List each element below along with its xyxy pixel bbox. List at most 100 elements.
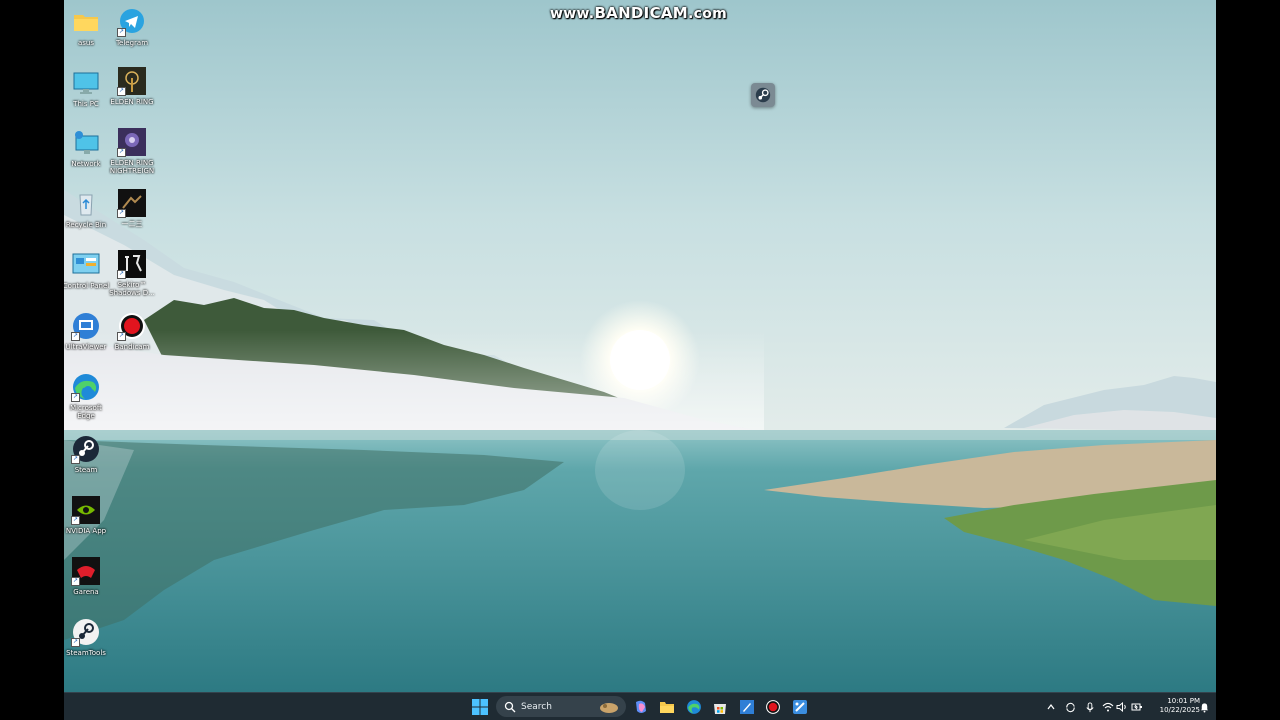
floating-steam-icon[interactable] [751,83,775,107]
steamtools-icon: ↗ [71,617,101,647]
desktop-icon-steamtools[interactable]: ↗ SteamTools [64,617,111,657]
desktop-icon-recycle-bin[interactable]: Recycle Bin [64,189,111,229]
snipping-icon [793,700,807,714]
store-icon [714,704,726,714]
desktop-icon-label: Garena [73,588,99,596]
network-icon [71,128,101,158]
shortcut-arrow-icon: ↗ [117,270,126,279]
folder-icon [71,7,101,37]
edge-taskbar-button[interactable] [684,697,704,717]
control-panel-icon [71,250,101,280]
shortcut-arrow-icon: ↗ [71,638,80,647]
desktop-icon-steam[interactable]: ↗ Steam [64,434,111,474]
desktop-icon-label: asus [77,39,95,47]
desktop-icon-label: ELDEN RING [110,98,154,106]
microphone-icon [1086,701,1094,712]
desktop-icon-label: 一二三 [121,220,143,228]
sekiro-icon: ↗ [117,249,147,279]
file-explorer-icon [660,702,674,713]
desktop-icon-game-cn[interactable]: ↗ 一二三 [107,188,157,228]
bandicam-icon [766,700,780,714]
nightreign-icon: ↗ [117,127,147,157]
desktop-icon-nvidia[interactable]: ↗ NVIDIA App [64,495,111,535]
volume-tray-button[interactable] [1116,701,1128,713]
clock-date: 10/22/2025 [1159,706,1200,714]
shortcut-arrow-icon: ↗ [117,28,126,37]
desktop-icon-label: Sekiro™ Shadows D... [109,281,155,297]
file-explorer-button[interactable] [657,697,677,717]
desktop-icon-elden-ring[interactable]: ↗ ELDEN RING [107,66,157,106]
battery-icon [1131,703,1142,711]
desktop-icon-elden-ring-nightreign[interactable]: ↗ ELDEN RING NIGHTREIGN [107,127,157,175]
taskbar-search-box[interactable]: Search [496,696,626,717]
notification-icon [1200,702,1208,713]
volume-icon [1116,702,1126,712]
shortcut-arrow-icon: ↗ [117,87,126,96]
chevron-up-icon [1047,704,1055,710]
recycle-bin-icon [71,189,101,219]
search-icon [504,701,516,712]
shortcut-arrow-icon: ↗ [71,455,80,464]
desktop-icon-this-pc[interactable]: This PC [64,68,111,108]
shortcut-arrow-icon: ↗ [117,332,126,341]
desktop-icon-label: Recycle Bin [65,221,107,229]
desktop-icon-label: SteamTools [66,649,106,657]
desktop-icon-ultraviewer[interactable]: ↗ UltraViewer [64,311,111,351]
sync-tray-button[interactable] [1064,701,1076,713]
shortcut-arrow-icon: ↗ [71,393,80,402]
show-hidden-icons-button[interactable] [1045,701,1057,713]
clock-time: 10:01 PM [1167,697,1200,705]
desktop-icon-sekiro[interactable]: ↗ Sekiro™ Shadows D... [107,249,157,297]
store-button[interactable] [710,697,730,717]
watermark-suffix: .com [688,6,728,22]
desktop-icon-network[interactable]: Network [64,128,111,168]
microphone-tray-button[interactable] [1084,701,1096,713]
game-icon: ↗ [117,188,147,218]
garena-icon: ↗ [71,556,101,586]
desktop-icon-label: UltraViewer [65,343,107,351]
bandicam-watermark: www.BANDICAM.com [550,4,727,22]
desktop-icon-label: Telegram [115,39,149,47]
wifi-icon [1102,702,1114,712]
copilot-icon [636,700,646,713]
bandicam-icon: ↗ [117,311,147,341]
shortcut-arrow-icon: ↗ [117,148,126,157]
desktop-screen: www.BANDICAM.com asus ↗ Telegram This PC… [64,0,1216,720]
start-button[interactable] [470,697,490,717]
sync-icon [1065,702,1075,712]
desktop-icon-label: Control Panel [64,282,110,290]
battery-tray-button[interactable] [1131,701,1143,713]
elden-ring-icon: ↗ [117,66,147,96]
desktop-icon-label: This PC [73,100,99,108]
watermark-brand: BANDICAM [594,4,689,22]
desktop-icon-label: NVIDIA App [65,527,107,535]
notification-center-button[interactable] [1198,701,1210,713]
start-icon [472,699,488,715]
shortcut-arrow-icon: ↗ [71,516,80,525]
paint-button[interactable] [737,697,757,717]
edge-icon [687,700,701,714]
snipping-tool-button[interactable] [790,697,810,717]
shortcut-arrow-icon: ↗ [71,332,80,341]
desktop-icon-label: ELDEN RING NIGHTREIGN [109,159,155,175]
copilot-button[interactable] [631,697,651,717]
edge-icon: ↗ [71,372,101,402]
desktop-icon-bandicam[interactable]: ↗ Bandicam [107,311,157,351]
desktop-icon-edge[interactable]: ↗ Microsoft Edge [64,372,111,420]
ultraviewer-icon: ↗ [71,311,101,341]
monitor-icon [71,68,101,98]
desktop-icon-control-panel[interactable]: Control Panel [64,250,111,290]
search-label: Search [521,701,552,712]
desktop-wallpaper [64,0,1216,692]
desktop-icon-asus[interactable]: asus [64,7,111,47]
desktop-icon-label: Steam [74,466,98,474]
wifi-tray-button[interactable] [1102,701,1114,713]
desktop-icon-telegram[interactable]: ↗ Telegram [107,7,157,47]
search-highlight-icon [600,702,618,713]
desktop-icon-garena[interactable]: ↗ Garena [64,556,111,596]
taskbar: Search 10:01 PM 10/22/2025 [64,692,1216,720]
nvidia-icon: ↗ [71,495,101,525]
taskbar-clock[interactable]: 10:01 PM 10/22/2025 [1150,697,1200,715]
paint-icon [740,700,754,714]
bandicam-taskbar-button[interactable] [763,697,783,717]
